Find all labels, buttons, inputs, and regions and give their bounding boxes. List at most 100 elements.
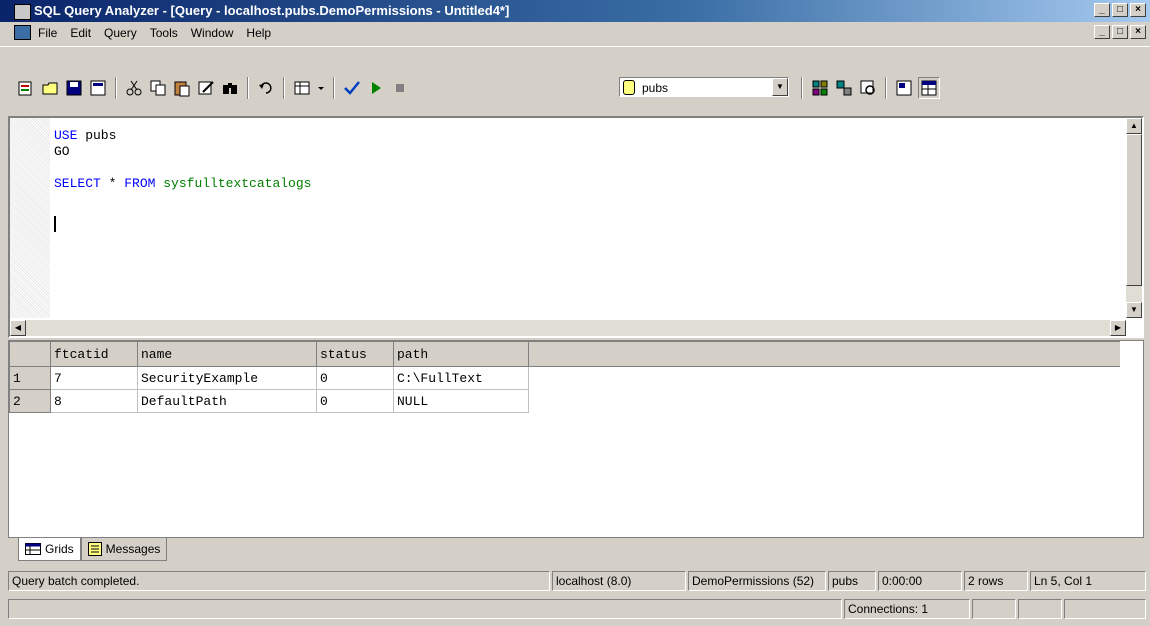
- toolbar-group-tools: [796, 76, 942, 100]
- results-table: ftcatid name status path 1 7 SecurityExa…: [9, 341, 1120, 413]
- row-number[interactable]: 2: [9, 389, 51, 413]
- size-grip[interactable]: [1064, 599, 1146, 619]
- column-header[interactable]: ftcatid: [50, 341, 138, 367]
- messages-icon: [87, 542, 102, 556]
- scroll-left-icon[interactable]: ◀: [10, 320, 26, 336]
- database-select[interactable]: pubs ▼: [619, 77, 789, 97]
- cell[interactable]: 8: [50, 389, 138, 413]
- text-caret: [54, 216, 56, 232]
- status-message: Query batch completed.: [8, 571, 550, 591]
- tab-grids[interactable]: Grids: [18, 538, 81, 561]
- object-search-icon[interactable]: [834, 78, 854, 98]
- copy-icon[interactable]: [148, 78, 168, 98]
- table-row[interactable]: 2 8 DefaultPath 0 NULL: [9, 389, 1121, 413]
- app-status-empty: [8, 599, 842, 619]
- clear-icon[interactable]: [196, 78, 216, 98]
- row-number-header: [9, 341, 51, 367]
- scroll-thumb[interactable]: [1126, 134, 1142, 286]
- cell[interactable]: SecurityExample: [137, 366, 317, 390]
- status-position: Ln 5, Col 1: [1030, 571, 1146, 591]
- save-icon[interactable]: [64, 78, 84, 98]
- chevron-down-icon[interactable]: [316, 78, 326, 98]
- insert-template-icon[interactable]: [88, 78, 108, 98]
- undo-icon[interactable]: [256, 78, 276, 98]
- execute-mode-icon[interactable]: [292, 78, 312, 98]
- header-row: ftcatid name status path: [9, 341, 1120, 367]
- status-panel-empty: [1018, 599, 1062, 619]
- status-user: DemoPermissions (52): [688, 571, 826, 591]
- toolbar-separator: [283, 77, 285, 99]
- status-bar: Query batch completed. localhost (8.0) D…: [0, 569, 1150, 593]
- object-browser-icon[interactable]: [810, 78, 830, 98]
- row-number[interactable]: 1: [9, 366, 51, 390]
- results-grid-icon[interactable]: [918, 77, 940, 99]
- new-query-icon[interactable]: [16, 78, 36, 98]
- tab-messages-label: Messages: [105, 542, 161, 556]
- app-status-bar: Connections: 1: [0, 597, 1150, 626]
- cell[interactable]: 7: [50, 366, 138, 390]
- execute-icon[interactable]: [366, 78, 386, 98]
- grid-icon: [25, 543, 41, 555]
- editor-horizontal-scrollbar[interactable]: ◀ ▶: [10, 320, 1126, 336]
- query-window-icon[interactable]: [14, 25, 31, 40]
- status-server: localhost (8.0): [552, 571, 686, 591]
- menu-file[interactable]: File: [38, 26, 57, 40]
- cut-icon[interactable]: [124, 78, 144, 98]
- cell[interactable]: NULL: [393, 389, 529, 413]
- database-select-value: pubs: [642, 81, 669, 95]
- mdi-minimize-button[interactable]: _: [1094, 25, 1110, 39]
- editor-gutter: [10, 118, 50, 318]
- status-database: pubs: [828, 571, 876, 591]
- menu-window[interactable]: Window: [191, 26, 234, 40]
- window-icon[interactable]: [14, 4, 31, 20]
- code-line-2: GO: [54, 144, 70, 159]
- cell[interactable]: 0: [316, 389, 394, 413]
- properties-icon[interactable]: [894, 78, 914, 98]
- column-header[interactable]: path: [393, 341, 529, 367]
- code-line-1: USE pubs: [54, 128, 117, 143]
- toolbar-separator: [115, 77, 117, 99]
- query-text[interactable]: USE pubs GO SELECT * FROM sysfulltextcat…: [54, 128, 311, 192]
- status-panel-empty: [972, 599, 1016, 619]
- chevron-down-icon[interactable]: ▼: [772, 78, 788, 96]
- tab-grids-label: Grids: [45, 542, 74, 556]
- menu-help[interactable]: Help: [246, 26, 271, 40]
- paste-icon[interactable]: [172, 78, 192, 98]
- tab-messages[interactable]: Messages: [80, 538, 168, 561]
- menu-tools[interactable]: Tools: [150, 26, 178, 40]
- menu-query[interactable]: Query: [104, 26, 137, 40]
- cell[interactable]: DefaultPath: [137, 389, 317, 413]
- database-icon: [623, 80, 635, 95]
- mdi-close-button[interactable]: ×: [1130, 25, 1146, 39]
- results-grid[interactable]: ftcatid name status path 1 7 SecurityExa…: [8, 340, 1144, 538]
- menu-edit[interactable]: Edit: [70, 26, 91, 40]
- result-tabs: Grids Messages: [18, 538, 168, 561]
- toolbar-separator: [247, 77, 249, 99]
- parse-icon[interactable]: [342, 78, 362, 98]
- mdi-restore-button[interactable]: □: [1112, 25, 1128, 39]
- window-controls: _ □ ×: [1094, 3, 1146, 17]
- scroll-up-icon[interactable]: ▲: [1126, 118, 1142, 134]
- stop-icon[interactable]: [390, 78, 410, 98]
- minimize-button[interactable]: _: [1094, 3, 1110, 17]
- cell[interactable]: 0: [316, 366, 394, 390]
- find-icon[interactable]: [220, 78, 240, 98]
- toolbar-separator: [333, 77, 335, 99]
- status-connections: Connections: 1: [844, 599, 970, 619]
- open-icon[interactable]: [40, 78, 60, 98]
- query-editor[interactable]: USE pubs GO SELECT * FROM sysfulltextcat…: [8, 116, 1144, 338]
- toolbar-separator: [885, 77, 887, 99]
- scroll-right-icon[interactable]: ▶: [1110, 320, 1126, 336]
- close-button[interactable]: ×: [1130, 3, 1146, 17]
- toolbar-group-file: [14, 76, 412, 100]
- show-plan-icon[interactable]: [858, 78, 878, 98]
- editor-vertical-scrollbar[interactable]: ▲ ▼: [1126, 118, 1142, 318]
- empty-header: [528, 341, 1120, 367]
- column-header[interactable]: status: [316, 341, 394, 367]
- scroll-down-icon[interactable]: ▼: [1126, 302, 1142, 318]
- maximize-button[interactable]: □: [1112, 3, 1128, 17]
- column-header[interactable]: name: [137, 341, 317, 367]
- cell[interactable]: C:\FullText: [393, 366, 529, 390]
- table-row[interactable]: 1 7 SecurityExample 0 C:\FullText: [9, 366, 1121, 390]
